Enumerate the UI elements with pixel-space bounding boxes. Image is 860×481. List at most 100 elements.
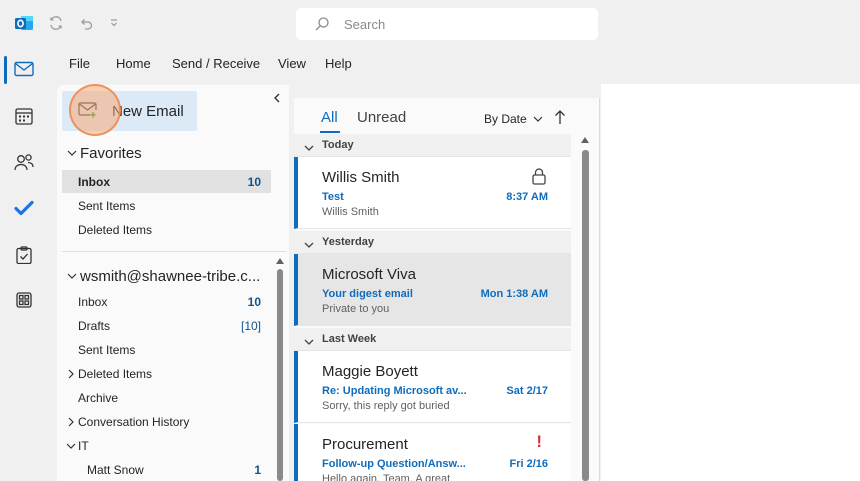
unread-count: 1 [254,463,261,477]
unread-count: 10 [247,295,261,309]
title-bar: Search [0,0,860,48]
message-item-selected[interactable]: Microsoft Viva Your digest email Mon 1:3… [294,254,571,326]
group-header-today[interactable]: Today [294,134,571,157]
tab-all-underline [320,131,340,133]
folder-pane: New Email Favorites Inbox 10 Sent Items … [57,85,289,481]
undo-icon[interactable] [76,13,96,33]
chevron-right-icon[interactable] [67,416,75,430]
sync-icon[interactable] [46,13,66,33]
message-item[interactable]: Maggie Boyett Re: Updating Microsoft av.… [294,351,571,423]
tab-all[interactable]: All [321,109,338,126]
fav-deleted-items[interactable]: Deleted Items [62,218,271,241]
group-label: Last Week [322,333,377,345]
message-preview: Hello again, Team. A great [322,473,451,481]
scroll-up-arrow-icon[interactable] [275,257,285,265]
tab-unread[interactable]: Unread [357,109,406,126]
collapse-pane-icon[interactable] [273,92,281,106]
folder-it[interactable]: IT [62,434,271,457]
reading-pane [601,84,860,481]
folder-name: Deleted Items [78,367,153,381]
folder-name: Matt Snow [87,463,144,477]
group-header-last-week[interactable]: Last Week [294,328,571,351]
rail-people[interactable] [8,147,40,179]
message-time: Fri 2/16 [509,458,548,470]
menu-help[interactable]: Help [325,56,352,71]
scrollbar-thumb[interactable] [277,269,283,481]
rail-mail[interactable] [8,54,40,86]
fav-inbox[interactable]: Inbox 10 [62,170,271,193]
message-list: All Unread By Date Today Willis Smith Te… [294,98,600,481]
message-preview: Willis Smith [322,206,379,218]
folder-deleted-items[interactable]: Deleted Items [62,362,271,385]
folder-name: Sent Items [78,343,136,357]
rail-apps[interactable] [8,285,40,317]
folder-name: Sent Items [78,199,136,213]
ribbon-menu-bar: File Home Send / Receive View Help [56,48,860,82]
active-indicator [4,56,7,84]
lock-icon [532,168,546,188]
customize-qat-icon[interactable] [104,13,124,33]
message-time: Mon 1:38 AM [480,288,548,300]
scrollbar-thumb[interactable] [582,150,589,481]
chevron-down-icon[interactable] [66,440,76,454]
high-importance-icon: ! [536,432,542,451]
search-placeholder[interactable]: Search [344,17,385,32]
menu-home[interactable]: Home [116,56,151,71]
sort-direction-icon[interactable] [554,109,566,128]
unread-count: 10 [247,175,261,189]
chevron-down-icon [304,335,314,349]
message-list-scrollbar[interactable] [580,134,590,481]
search-box[interactable]: Search [296,8,598,40]
rail-tasks[interactable] [8,240,40,272]
message-item[interactable]: Procurement ! Follow-up Question/Answ...… [294,424,571,481]
scroll-up-arrow-icon[interactable] [580,136,590,144]
app-rail [0,48,48,481]
folder-name: Deleted Items [78,223,153,237]
group-header-yesterday[interactable]: Yesterday [294,231,571,254]
favorites-label: Favorites [80,145,142,162]
message-time: 8:37 AM [506,191,548,203]
message-item[interactable]: Willis Smith Test 8:37 AM Willis Smith [294,157,571,229]
fav-sent-items[interactable]: Sent Items [62,194,271,217]
people-icon [14,153,34,174]
favorites-header[interactable]: Favorites [67,145,142,162]
message-sender: Willis Smith [322,169,400,186]
apps-icon [16,291,32,311]
folder-archive[interactable]: Archive [62,386,271,409]
folder-matt-snow[interactable]: Matt Snow 1 [62,458,271,481]
folder-conversation-history[interactable]: Conversation History [62,410,271,433]
search-icon [314,16,330,35]
rail-todo[interactable] [8,193,40,225]
chevron-down-icon [304,141,314,155]
folder-name: Inbox [78,295,108,309]
account-header[interactable]: wsmith@shawnee-tribe.c... [67,268,260,285]
menu-file[interactable]: File [69,56,90,71]
message-subject: Follow-up Question/Answ... [322,458,466,470]
folder-pane-scrollbar[interactable] [275,255,285,481]
message-sender: Procurement [322,436,408,453]
new-email-label: New Email [112,103,184,120]
folder-name: Drafts [78,319,111,333]
menu-view[interactable]: View [278,56,306,71]
group-label: Today [322,139,354,151]
folder-sent-items[interactable]: Sent Items [62,338,271,361]
message-sender: Maggie Boyett [322,363,418,380]
account-label: wsmith@shawnee-tribe.c... [80,268,261,285]
sort-dropdown[interactable]: By Date [484,112,543,126]
rail-calendar[interactable] [8,101,40,133]
message-time: Sat 2/17 [506,385,548,397]
divider [62,251,286,252]
menu-send-receive[interactable]: Send / Receive [172,56,260,71]
clipboard-icon [16,245,32,267]
message-subject: Your digest email [322,288,413,300]
message-subject: Re: Updating Microsoft av... [322,385,467,397]
folder-drafts[interactable]: Drafts [10] [62,314,271,337]
chevron-right-icon[interactable] [67,368,75,382]
folder-inbox[interactable]: Inbox 10 [62,290,271,313]
chevron-down-icon [67,145,77,156]
message-subject: Test [322,191,344,203]
outlook-logo-icon [14,13,34,33]
todo-icon [14,200,34,219]
folder-name: IT [78,439,89,453]
new-email-button[interactable]: New Email [62,91,197,131]
